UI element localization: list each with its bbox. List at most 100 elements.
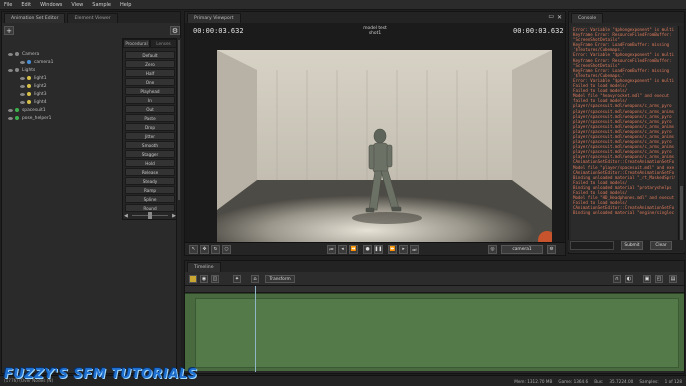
gear-icon[interactable]: ⚙ (547, 245, 556, 254)
close-icon[interactable]: ✕ (557, 14, 562, 21)
preset-steady-button[interactable]: Steady (125, 177, 175, 185)
tab-element-viewer[interactable]: Element Viewer (67, 13, 118, 23)
3d-scene[interactable] (217, 50, 552, 250)
preset-blend-slider[interactable]: ◀ ▶ (124, 211, 176, 220)
time-ruler[interactable] (185, 286, 684, 293)
preset-in-button[interactable]: In (125, 96, 175, 104)
camera-select[interactable]: camera1 (501, 245, 543, 254)
pause-icon[interactable]: ❚❚ (374, 245, 383, 254)
preset-out-button[interactable]: Out (125, 105, 175, 113)
menu-windows[interactable]: Windows (40, 2, 62, 8)
menu-view[interactable]: View (71, 2, 83, 8)
tree-item[interactable]: light2 (4, 82, 120, 90)
tree-item[interactable]: camera1 (4, 58, 120, 66)
preset-zero-button[interactable]: Zero (125, 60, 175, 68)
skip-end-icon[interactable]: ⏭ (410, 245, 419, 254)
menu-edit[interactable]: Edit (21, 2, 31, 8)
next-frame-icon[interactable]: ⏩ (388, 245, 397, 254)
tree-item-label: light3 (34, 91, 47, 97)
record-icon[interactable]: ● (363, 245, 372, 254)
timeline-toolbar: ◉ ◫ ✦ ⌂ Transform ∩ ◐ ▣ ◰ ▤ (185, 272, 684, 286)
preset-paste-button[interactable]: Paste (125, 114, 175, 122)
lock-icon[interactable]: ▤ (669, 275, 677, 283)
add-animation-set-button[interactable]: + (4, 26, 14, 35)
eye-icon[interactable] (8, 108, 13, 112)
tree-item[interactable]: Lights (4, 66, 120, 74)
scrollbar-thumb[interactable] (178, 40, 180, 200)
tab-console[interactable]: Console (571, 13, 604, 23)
preset-release-button[interactable]: Release (125, 168, 175, 176)
eye-icon[interactable] (20, 92, 25, 96)
preset-spline-button[interactable]: Spline (125, 195, 175, 203)
status-item: 1 of 128 (664, 378, 682, 384)
preset-playhead-button[interactable]: Playhead (125, 87, 175, 95)
tree-item[interactable]: light1 (4, 74, 120, 82)
minimize-icon[interactable]: ▭ (548, 13, 554, 20)
preset-ramp-button[interactable]: Ramp (125, 186, 175, 194)
preset-default-button[interactable]: Default (125, 51, 175, 59)
move-tool-icon[interactable]: ✥ (200, 245, 209, 254)
submit-button[interactable]: Submit (621, 241, 643, 250)
preset-stagger-button[interactable]: Stagger (125, 150, 175, 158)
tree-item[interactable]: pose_helper1 (4, 114, 120, 122)
preset-hold-button[interactable]: Hold (125, 159, 175, 167)
playhead[interactable] (255, 286, 256, 372)
clear-button[interactable]: Clear (650, 241, 672, 250)
tab-procedural[interactable]: Procedural (123, 39, 150, 48)
zoom-icon[interactable]: ◰ (655, 275, 663, 283)
eye-icon[interactable] (20, 76, 25, 80)
preset-jitter-button[interactable]: Jitter (125, 132, 175, 140)
orbit-tool-icon[interactable]: ○ (222, 245, 231, 254)
gear-icon[interactable]: ⚙ (170, 26, 180, 35)
preset-one-button[interactable]: One (125, 78, 175, 86)
scrollbar-thumb[interactable] (680, 186, 683, 246)
shot-track[interactable] (185, 293, 684, 371)
clip-editor-icon[interactable] (189, 275, 197, 283)
audio-icon[interactable]: ◐ (625, 275, 633, 283)
eye-icon[interactable] (20, 60, 25, 64)
eye-icon[interactable] (8, 52, 13, 56)
preset-smooth-button[interactable]: Smooth (125, 141, 175, 149)
eye-icon[interactable] (20, 84, 25, 88)
motion-editor-icon[interactable]: ◉ (200, 275, 208, 283)
menu-help[interactable]: Help (120, 2, 131, 8)
command-input[interactable] (570, 241, 614, 250)
tree-item-label: light1 (34, 75, 47, 81)
step-back-icon[interactable]: ◂ (338, 245, 347, 254)
tab-lenses[interactable]: Lenses (150, 39, 177, 48)
headphones-icon[interactable]: ∩ (613, 275, 621, 283)
preset-half-button[interactable]: Half (125, 69, 175, 77)
skip-start-icon[interactable]: ⏮ (327, 245, 336, 254)
ase-scrollbar[interactable] (176, 38, 181, 372)
eye-icon[interactable] (8, 116, 13, 120)
frame-all-icon[interactable]: ▣ (643, 275, 651, 283)
tree-item[interactable]: Camera (4, 50, 120, 58)
menu-file[interactable]: File (4, 2, 12, 8)
rotate-tool-icon[interactable]: ↻ (211, 245, 220, 254)
graph-editor-icon[interactable]: ◫ (211, 275, 219, 283)
tree-item[interactable]: light3 (4, 90, 120, 98)
menu-sample[interactable]: Sample (92, 2, 111, 8)
tree-item[interactable]: spacesuit1 (4, 106, 120, 114)
viewport-header: 00:00:03.632 model test shot1 00:00:03.6… (185, 23, 565, 49)
chevron-left-icon[interactable]: ◀ (124, 213, 128, 219)
select-tool-icon[interactable]: ↖ (189, 245, 198, 254)
wand-icon[interactable]: ✦ (233, 275, 241, 283)
tab-timeline[interactable]: Timeline (187, 262, 221, 272)
view-settings-icon[interactable]: ◎ (488, 245, 497, 254)
step-forward-icon[interactable]: ▸ (399, 245, 408, 254)
prev-frame-icon[interactable]: ⏪ (349, 245, 358, 254)
preset-list: Default Zero Half One Playhead In Out Paste Drop… (123, 48, 177, 216)
tab-animation-set-editor[interactable]: Animation Set Editor (4, 13, 66, 23)
tab-primary-viewport[interactable]: Primary Viewport (187, 13, 241, 23)
preset-drop-button[interactable]: Drop (125, 123, 175, 131)
watermark-text: FUZZY'S SFM TUTORIALS (4, 367, 198, 382)
tree-item[interactable]: light4 (4, 98, 120, 106)
magnet-icon[interactable]: ⌂ (251, 275, 259, 283)
console-scrollbar[interactable] (678, 26, 684, 248)
eye-icon[interactable] (20, 100, 25, 104)
slider-knob[interactable] (148, 212, 152, 219)
shot-clip[interactable] (195, 298, 679, 368)
eye-icon[interactable] (8, 68, 13, 72)
transform-button[interactable]: Transform (265, 275, 295, 283)
